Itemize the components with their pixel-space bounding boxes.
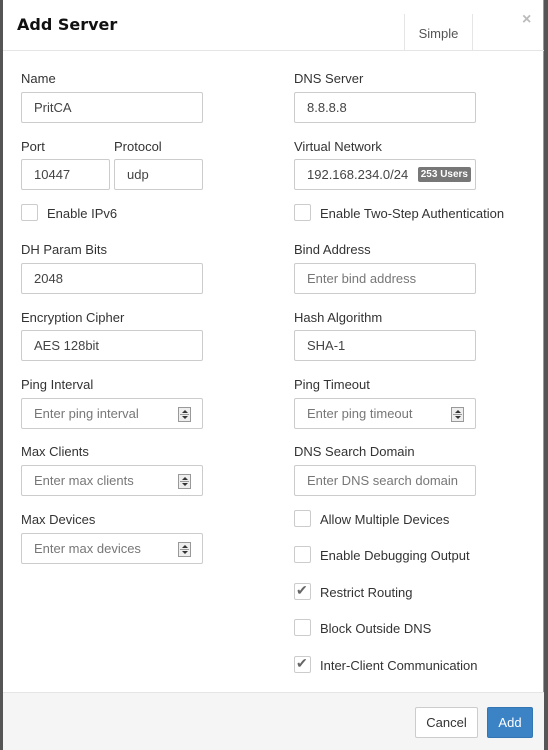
add-server-modal: Add Server Simple × Name PritCA Port 104… xyxy=(3,0,544,750)
restrict-routing-checkbox[interactable]: ✔ xyxy=(294,582,311,600)
two-step-auth-checkbox[interactable] xyxy=(294,204,311,221)
ping-timeout-input[interactable]: Enter ping timeout xyxy=(294,398,476,429)
spinner-icon[interactable] xyxy=(451,407,464,422)
protocol-select[interactable]: udp xyxy=(114,159,203,190)
block-outside-dns-label: Block Outside DNS xyxy=(320,621,432,636)
close-icon[interactable]: × xyxy=(522,12,531,28)
ping-timeout-placeholder: Enter ping timeout xyxy=(307,406,413,421)
protocol-label: Protocol xyxy=(114,139,162,154)
max-devices-placeholder: Enter max devices xyxy=(34,541,141,556)
name-label: Name xyxy=(21,71,56,86)
max-clients-input[interactable]: Enter max clients xyxy=(21,465,203,496)
max-devices-label: Max Devices xyxy=(21,512,96,527)
modal-footer: Cancel Add xyxy=(3,692,544,750)
inter-client-checkbox[interactable]: ✔ xyxy=(294,655,311,673)
hash-algorithm-label: Hash Algorithm xyxy=(294,310,383,325)
dns-server-input[interactable]: 8.8.8.8 xyxy=(294,92,476,123)
enable-ipv6-checkbox[interactable] xyxy=(21,204,38,221)
add-button[interactable]: Add xyxy=(487,707,533,738)
restrict-routing-label: Restrict Routing xyxy=(320,585,413,600)
max-clients-placeholder: Enter max clients xyxy=(34,473,134,488)
check-icon: ✔ xyxy=(296,655,308,671)
modal-header: Add Server Simple × xyxy=(3,0,544,51)
allow-multiple-devices-checkbox[interactable] xyxy=(294,510,311,527)
spinner-icon[interactable] xyxy=(178,407,191,422)
name-input[interactable]: PritCA xyxy=(21,92,203,123)
virtual-network-label: Virtual Network xyxy=(294,139,382,154)
ping-interval-label: Ping Interval xyxy=(21,377,94,392)
allow-multiple-devices-label: Allow Multiple Devices xyxy=(320,512,450,527)
block-outside-dns-checkbox[interactable] xyxy=(294,619,311,636)
bind-address-input[interactable]: Enter bind address xyxy=(294,263,476,294)
port-label: Port xyxy=(21,139,45,154)
hash-algorithm-select[interactable]: SHA-1 xyxy=(294,330,476,361)
dh-param-select[interactable]: 2048 xyxy=(21,263,203,294)
debugging-output-label: Enable Debugging Output xyxy=(320,548,470,563)
spinner-icon[interactable] xyxy=(178,542,191,557)
cipher-select[interactable]: AES 128bit xyxy=(21,330,203,361)
ping-interval-placeholder: Enter ping interval xyxy=(34,406,139,421)
cipher-label: Encryption Cipher xyxy=(21,310,125,325)
max-devices-input[interactable]: Enter max devices xyxy=(21,533,203,564)
dh-param-label: DH Param Bits xyxy=(21,242,107,257)
dns-search-input[interactable]: Enter DNS search domain xyxy=(294,465,476,496)
dns-server-label: DNS Server xyxy=(294,71,364,86)
max-clients-label: Max Clients xyxy=(21,444,89,459)
virtual-network-value: 192.168.234.0/24 xyxy=(307,167,409,182)
port-input[interactable]: 10447 xyxy=(21,159,110,190)
inter-client-label: Inter-Client Communication xyxy=(320,658,478,673)
dns-search-label: DNS Search Domain xyxy=(294,444,415,459)
two-step-auth-label: Enable Two-Step Authentication xyxy=(320,206,505,221)
spinner-icon[interactable] xyxy=(178,474,191,489)
ping-interval-input[interactable]: Enter ping interval xyxy=(21,398,203,429)
ping-timeout-label: Ping Timeout xyxy=(294,377,370,392)
enable-ipv6-label: Enable IPv6 xyxy=(47,206,118,221)
virtual-network-input[interactable]: 192.168.234.0/24 253 Users xyxy=(294,159,476,190)
cancel-button[interactable]: Cancel xyxy=(415,707,478,738)
check-icon: ✔ xyxy=(296,582,308,598)
modal-title: Add Server xyxy=(17,15,118,34)
debugging-output-checkbox[interactable] xyxy=(294,546,311,563)
bind-address-label: Bind Address xyxy=(294,242,371,257)
simple-mode-button[interactable]: Simple xyxy=(404,14,473,51)
users-count-badge: 253 Users xyxy=(417,167,471,182)
